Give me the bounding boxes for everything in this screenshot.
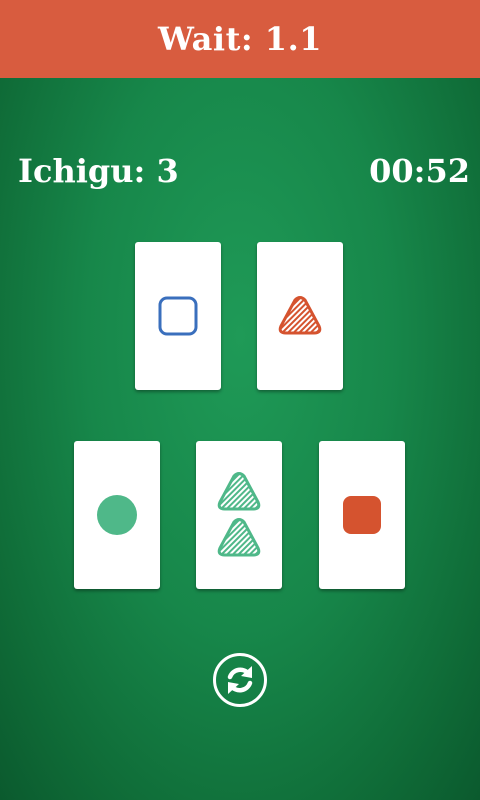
card-4[interactable]	[196, 441, 282, 589]
square-outline-icon	[158, 296, 198, 336]
card-2[interactable]	[257, 242, 343, 390]
triangle-striped-icon	[278, 296, 322, 335]
refresh-icon[interactable]	[212, 652, 268, 708]
circle-solid-icon	[97, 495, 137, 535]
triangle-striped-icon	[217, 472, 261, 511]
game-timer: 00:52	[369, 152, 470, 190]
wait-label: Wait: 1.1	[158, 20, 322, 58]
card-1[interactable]	[135, 242, 221, 390]
triangle-striped-icon	[217, 518, 261, 557]
wait-header: Wait: 1.1	[0, 0, 480, 78]
card-5[interactable]	[319, 441, 405, 589]
card-3[interactable]	[74, 441, 160, 589]
square-solid-icon	[343, 496, 381, 534]
ichigu-score: Ichigu: 3	[18, 152, 179, 190]
